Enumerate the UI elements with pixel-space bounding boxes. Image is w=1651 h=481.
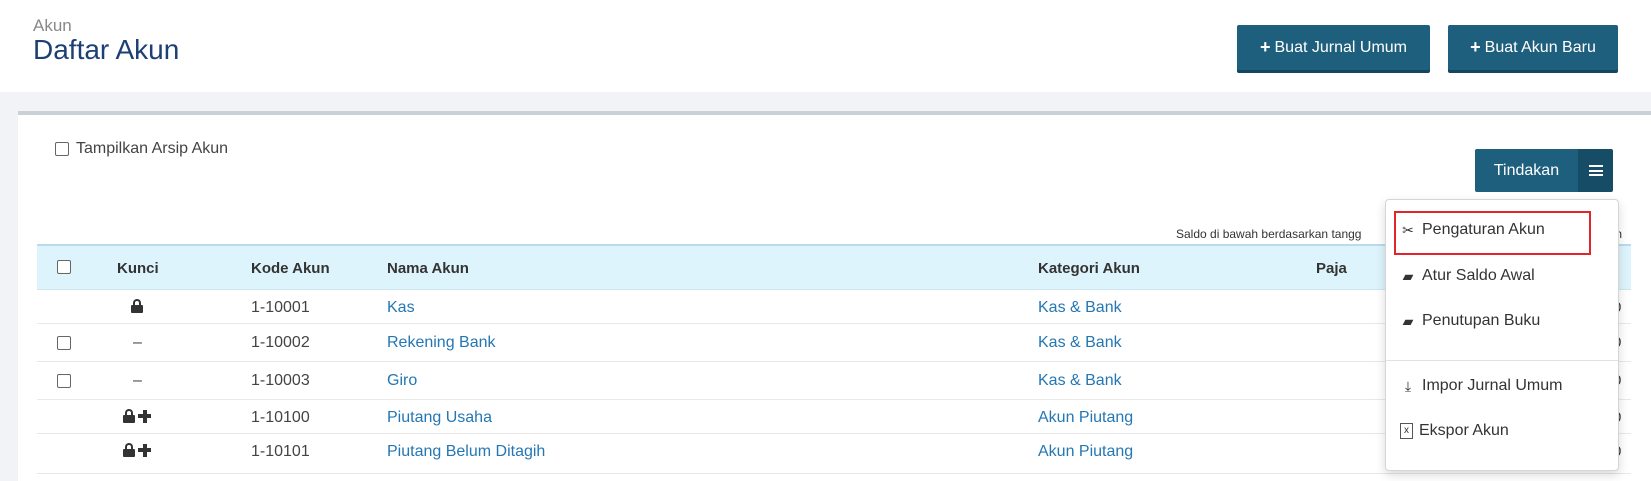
account-name-link[interactable]: Piutang Usaha [387,409,492,427]
account-code: 1-10100 [251,409,310,426]
account-code: 1-10002 [251,334,310,351]
account-code: 1-10001 [251,299,310,316]
create-account-label: Buat Akun Baru [1484,38,1596,56]
plus-icon [138,443,151,457]
create-account-button[interactable]: + Buat Akun Baru [1448,25,1618,70]
menu-item-impor-jurnal-umum[interactable]: ⤓ Impor Jurnal Umum [1400,377,1563,395]
show-archive-toggle[interactable]: Tampilkan Arsip Akun [55,140,228,158]
account-name-link[interactable]: Rekening Bank [387,334,496,352]
page-header: Akun Daftar Akun + Buat Jurnal Umum + Bu… [0,0,1651,92]
balance-note: Saldo di bawah berdasarkan tangg [1176,227,1362,241]
menu-item-label: Impor Jurnal Umum [1422,377,1563,394]
menu-item-penutupan-buku[interactable]: ▰ Penutupan Buku [1400,312,1541,330]
menu-item-atur-saldo-awal[interactable]: ▰ Atur Saldo Awal [1400,267,1535,285]
menu-divider [1386,360,1618,361]
hamburger-icon [1588,165,1603,176]
download-icon: ⤓ [1404,378,1412,394]
menu-item-label: Ekspor Akun [1419,422,1509,439]
actions-dropdown-menu: ✂ Pengaturan Akun ▰ Atur Saldo Awal ▰ Pe… [1385,199,1619,471]
show-archive-label: Tampilkan Arsip Akun [76,140,229,157]
excel-file-icon: x [1400,423,1413,439]
lock-icon [123,443,135,457]
create-journal-button[interactable]: + Buat Jurnal Umum [1237,25,1430,70]
account-category-link[interactable]: Akun Piutang [1038,443,1133,461]
menu-item-label: Penutupan Buku [1422,312,1541,329]
book-icon: ▰ [1402,313,1414,329]
col-pajak[interactable]: Paja [1316,260,1347,277]
menu-item-label: Atur Saldo Awal [1422,267,1535,284]
col-nama-akun[interactable]: Nama Akun [387,260,469,277]
account-name-link[interactable]: Giro [387,372,417,390]
lock-plus-icons [123,443,151,457]
plus-icon [138,409,151,423]
col-kode-akun[interactable]: Kode Akun [251,260,330,277]
lock-status: – [133,372,142,389]
account-name-link[interactable]: Piutang Belum Ditagih [387,443,545,461]
col-kunci[interactable]: Kunci [117,260,159,277]
lock-icon [123,409,135,423]
lock-plus-icons [123,409,151,423]
account-category-link[interactable]: Kas & Bank [1038,299,1122,317]
col-kategori-akun[interactable]: Kategori Akun [1038,260,1140,277]
tools-icon: ✂ [1402,222,1414,238]
plus-icon: + [1470,37,1481,57]
breadcrumb[interactable]: Akun [33,16,72,36]
plus-icon: + [1259,37,1271,57]
menu-toggle[interactable] [1578,149,1613,192]
row-checkbox[interactable] [57,336,71,350]
account-category-link[interactable]: Akun Piutang [1038,409,1133,427]
actions-label[interactable]: Tindakan [1475,149,1578,192]
menu-item-ekspor-akun[interactable]: x Ekspor Akun [1400,422,1509,440]
row-checkbox[interactable] [57,374,71,388]
account-code: 1-10101 [251,443,310,460]
show-archive-checkbox[interactable] [55,142,69,156]
account-category-link[interactable]: Kas & Bank [1038,372,1122,390]
menu-item-label: Pengaturan Akun [1422,221,1545,238]
account-name-link[interactable]: Kas [387,299,415,317]
account-category-link[interactable]: Kas & Bank [1038,334,1122,352]
book-icon: ▰ [1402,268,1414,284]
create-journal-label: Buat Jurnal Umum [1274,38,1408,56]
lock-status: – [133,334,142,351]
menu-item-pengaturan-akun[interactable]: ✂ Pengaturan Akun [1400,221,1545,239]
account-code: 1-10003 [251,372,310,389]
page-title: Daftar Akun [33,34,180,65]
actions-button[interactable]: Tindakan [1475,149,1613,192]
select-all-checkbox[interactable] [57,260,71,274]
lock-icon [131,299,143,318]
